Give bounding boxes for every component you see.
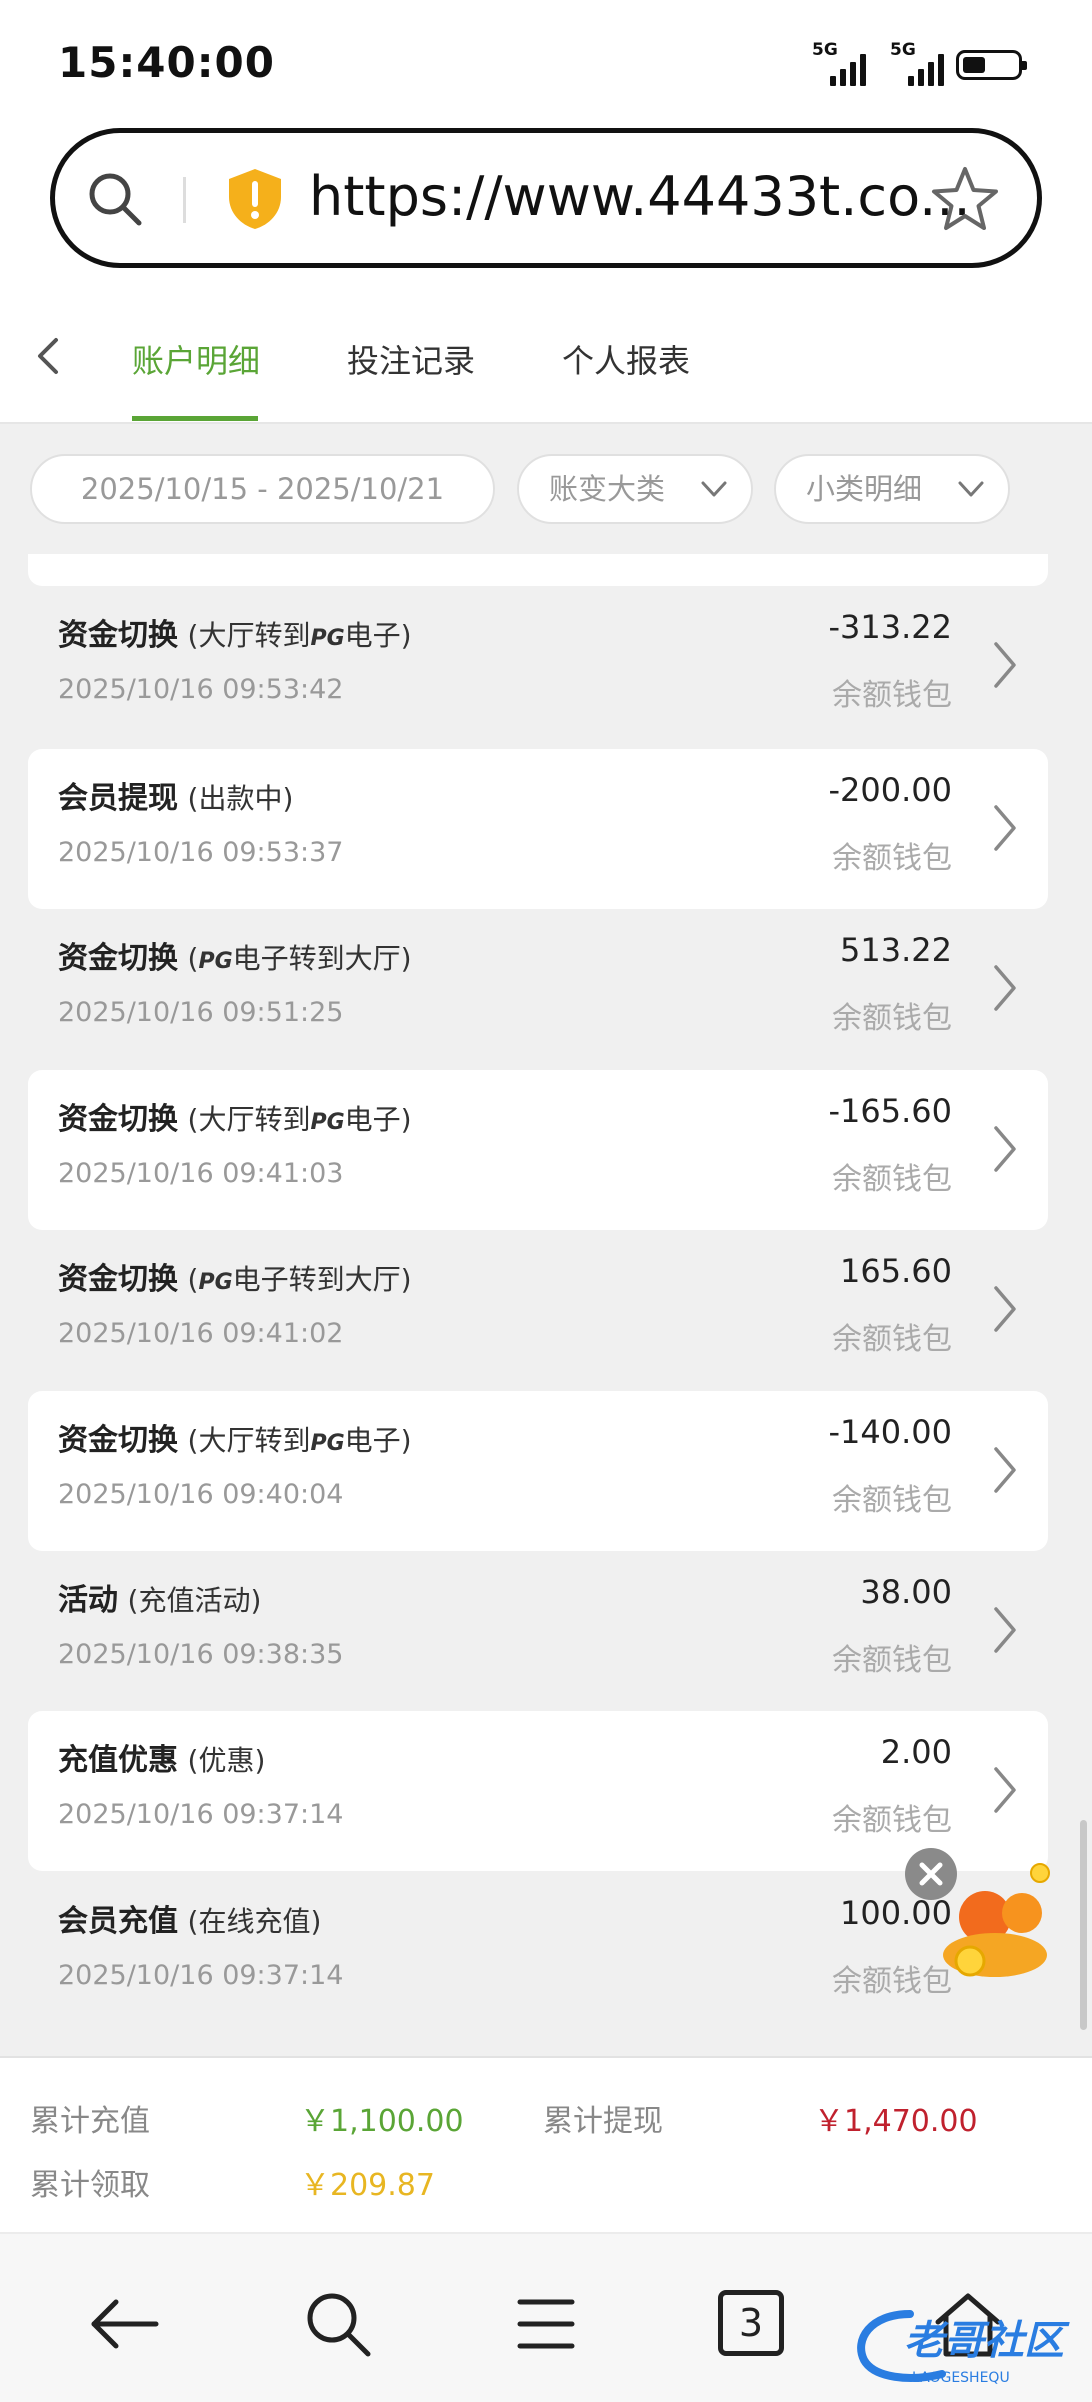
- wallet-label: 余额钱包: [832, 1483, 952, 1518]
- star-icon[interactable]: [929, 163, 1001, 235]
- scrollbar[interactable]: [1080, 1820, 1087, 2030]
- total-claim-label: 累计领取: [30, 2168, 150, 2203]
- wallet-label: 余额钱包: [832, 1162, 952, 1197]
- transaction-title: 活动 (充值活动): [58, 1583, 262, 1618]
- list-item[interactable]: 充值优惠 (优惠) 2025/10/16 09:37:14 2.00 余额钱包: [28, 1711, 1048, 1871]
- chevron-right-icon: [994, 642, 1016, 688]
- transaction-date: 2025/10/16 09:53:37: [58, 837, 344, 868]
- transaction-title: 充值优惠 (优惠): [58, 1743, 266, 1778]
- transaction-list: 资金切换 (大厅转到PG电子) 2025/10/16 09:53:42 -313…: [0, 554, 1092, 2056]
- list-item[interactable]: 资金切换 (大厅转到PG电子) 2025/10/16 09:40:04 -140…: [28, 1391, 1048, 1551]
- transaction-date: 2025/10/16 09:37:14: [58, 1799, 344, 1830]
- chevron-down-icon: [958, 481, 984, 497]
- active-tab-indicator: [132, 416, 258, 421]
- subcategory-dropdown[interactable]: 小类明细: [774, 454, 1010, 524]
- total-withdraw-label: 累计提现: [543, 2104, 663, 2139]
- search-icon[interactable]: [85, 169, 145, 229]
- list-item[interactable]: 资金切换 (PG电子转到大厅) 2025/10/16 09:41:02 165.…: [28, 1230, 1048, 1390]
- watermark-sub: LAOGESHEQU: [912, 2370, 1010, 2386]
- status-bar: 15:40:00 5G 5G: [0, 0, 1092, 125]
- wallet-label: 余额钱包: [832, 841, 952, 876]
- status-time: 15:40:00: [58, 38, 275, 87]
- transaction-title: 会员充值 (在线充值): [58, 1904, 322, 1939]
- chevron-right-icon: [994, 805, 1016, 851]
- menu-icon[interactable]: [508, 2286, 584, 2362]
- divider: [183, 177, 186, 223]
- filter-bar: 2025/10/15 - 2025/10/21 账变大类 小类明细: [0, 424, 1092, 554]
- chevron-right-icon: [994, 1607, 1016, 1653]
- transaction-amount: 2.00: [880, 1733, 952, 1771]
- transaction-title: 会员提现 (出款中): [58, 781, 294, 816]
- tab-bet-records[interactable]: 投注记录: [347, 336, 475, 382]
- address-bar[interactable]: https://www.44433t.co...: [50, 128, 1042, 268]
- wallet-label: 余额钱包: [832, 1001, 952, 1036]
- chevron-right-icon: [994, 1767, 1016, 1813]
- transaction-date: 2025/10/16 09:41:02: [58, 1318, 344, 1349]
- transaction-amount: 513.22: [840, 931, 952, 969]
- tab-account-details[interactable]: 账户明细: [132, 336, 260, 382]
- transaction-date: 2025/10/16 09:40:04: [58, 1479, 344, 1510]
- chevron-right-icon: [994, 1286, 1016, 1332]
- total-deposit-label: 累计充值: [30, 2104, 150, 2139]
- subcategory-label: 小类明细: [806, 472, 923, 506]
- transaction-date: 2025/10/16 09:37:14: [58, 1960, 344, 1991]
- list-item[interactable]: [28, 554, 1048, 586]
- tab-personal-report[interactable]: 个人报表: [562, 336, 690, 382]
- transaction-amount: -140.00: [828, 1413, 952, 1451]
- chevron-down-icon: [701, 481, 727, 497]
- watermark-text: 老哥社区: [904, 2318, 1064, 2364]
- list-item[interactable]: 资金切换 (PG电子转到大厅) 2025/10/16 09:51:25 513.…: [28, 909, 1048, 1069]
- close-icon: [919, 1862, 943, 1886]
- transaction-amount: 165.60: [840, 1252, 952, 1290]
- summary-panel: 累计充值 ￥1,100.00 累计提现 ￥1,470.00 累计领取 ￥209.…: [0, 2056, 1092, 2234]
- category-label: 账变大类: [549, 472, 666, 506]
- close-widget-button[interactable]: [905, 1848, 957, 1900]
- list-item[interactable]: 会员提现 (出款中) 2025/10/16 09:53:37 -200.00 余…: [28, 749, 1048, 909]
- total-claim-value: ￥209.87: [300, 2168, 435, 2203]
- chevron-right-icon: [994, 1126, 1016, 1172]
- transaction-amount: -165.60: [828, 1092, 952, 1130]
- chevron-right-icon: [994, 965, 1016, 1011]
- total-deposit-value: ￥1,100.00: [300, 2104, 464, 2139]
- list-item[interactable]: 会员充值 (在线充值) 2025/10/16 09:37:14 100.00 余…: [28, 1872, 1048, 2032]
- list-item[interactable]: 资金切换 (大厅转到PG电子) 2025/10/16 09:41:03 -165…: [28, 1070, 1048, 1230]
- date-range-text: 2025/10/15 - 2025/10/21: [80, 472, 445, 506]
- wallet-label: 余额钱包: [832, 678, 952, 713]
- transaction-amount: -200.00: [828, 771, 952, 809]
- battery-icon: [956, 50, 1027, 80]
- list-item[interactable]: 资金切换 (大厅转到PG电子) 2025/10/16 09:53:42 -313…: [28, 586, 1048, 746]
- transaction-date: 2025/10/16 09:38:35: [58, 1639, 344, 1670]
- transaction-date: 2025/10/16 09:41:03: [58, 1158, 344, 1189]
- date-range-filter[interactable]: 2025/10/15 - 2025/10/21: [30, 454, 495, 524]
- back-chevron-icon[interactable]: [30, 332, 66, 380]
- tabs-icon[interactable]: 3: [718, 2290, 784, 2356]
- url-text[interactable]: https://www.44433t.co...: [309, 165, 971, 228]
- back-arrow-icon[interactable]: [86, 2286, 162, 2362]
- transaction-title: 资金切换 (大厅转到PG电子): [58, 618, 412, 653]
- transaction-title: 资金切换 (PG电子转到大厅): [58, 1262, 412, 1297]
- list-item[interactable]: 活动 (充值活动) 2025/10/16 09:38:35 38.00 余额钱包: [28, 1551, 1048, 1711]
- transaction-title: 资金切换 (PG电子转到大厅): [58, 941, 412, 976]
- tab-bar: 账户明细 投注记录 个人报表: [0, 290, 1092, 424]
- search-icon[interactable]: [300, 2286, 376, 2362]
- transaction-amount: 38.00: [860, 1573, 952, 1611]
- wallet-label: 余额钱包: [832, 1322, 952, 1357]
- wallet-label: 余额钱包: [832, 1643, 952, 1678]
- transaction-title: 资金切换 (大厅转到PG电子): [58, 1102, 412, 1137]
- category-dropdown[interactable]: 账变大类: [517, 454, 753, 524]
- transaction-amount: -313.22: [828, 608, 952, 646]
- transaction-title: 资金切换 (大厅转到PG电子): [58, 1423, 412, 1458]
- transaction-date: 2025/10/16 09:51:25: [58, 997, 344, 1028]
- transaction-date: 2025/10/16 09:53:42: [58, 674, 344, 705]
- total-withdraw-value: ￥1,470.00: [814, 2104, 978, 2139]
- wallet-label: 余额钱包: [832, 1803, 952, 1838]
- shield-warning-icon[interactable]: [225, 167, 285, 231]
- chevron-right-icon: [994, 1447, 1016, 1493]
